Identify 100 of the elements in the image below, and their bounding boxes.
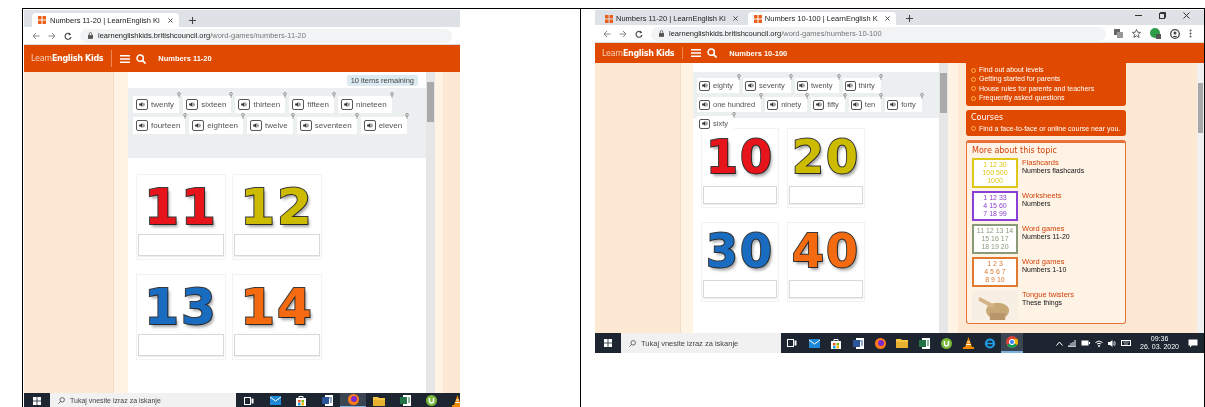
site-logo[interactable]: LearnEnglish Kids (602, 48, 675, 58)
new-tab-icon[interactable] (905, 15, 913, 22)
restore-icon[interactable] (1159, 12, 1166, 19)
windows-icon[interactable] (33, 396, 41, 405)
speaker-button[interactable] (136, 99, 148, 110)
speaker-button[interactable] (192, 120, 205, 131)
extension-icon[interactable] (1150, 28, 1161, 39)
speaker-button[interactable] (292, 99, 305, 110)
translate-icon[interactable] (1114, 29, 1123, 38)
cone-icon (451, 394, 460, 407)
speaker-button[interactable] (299, 120, 312, 131)
speaker-icon (799, 83, 806, 88)
menu-icon[interactable] (691, 48, 702, 58)
lock-icon (659, 30, 664, 37)
site-icon (38, 16, 46, 24)
speaker-button[interactable] (250, 120, 263, 131)
search-icon[interactable] (707, 48, 718, 58)
speaker-button[interactable] (699, 118, 710, 129)
speaker-button[interactable] (850, 99, 862, 110)
speaker-icon (701, 121, 708, 126)
ring-icon (984, 337, 996, 349)
close-icon[interactable] (884, 16, 890, 21)
close-icon[interactable] (732, 16, 738, 21)
search-icon (58, 397, 65, 404)
speaker-button[interactable] (340, 99, 353, 110)
speaker-button[interactable] (887, 99, 899, 110)
notification-icon[interactable] (1188, 338, 1198, 348)
spreadsheet-icon (918, 337, 930, 349)
panel-title: More about this topic (972, 145, 1058, 155)
speaker-button[interactable] (844, 80, 856, 91)
back-icon[interactable] (32, 31, 40, 40)
speaker-button[interactable] (363, 120, 376, 131)
pin-icon (878, 74, 883, 80)
speaker-button[interactable] (238, 99, 251, 110)
bag-icon (296, 395, 306, 406)
number-image: 14 (240, 282, 314, 332)
bullet-icon (971, 77, 976, 83)
wifi-icon[interactable] (1095, 339, 1104, 347)
speaker-button[interactable] (767, 99, 779, 110)
account-icon[interactable] (1170, 28, 1180, 39)
speaker-button[interactable] (699, 80, 710, 91)
speaker-icon (747, 83, 754, 88)
speaker-button[interactable] (796, 80, 808, 91)
star-icon[interactable] (1132, 29, 1141, 38)
scrollbar[interactable] (426, 72, 435, 393)
pin-icon (805, 93, 810, 99)
task-view-icon (244, 396, 254, 405)
search-icon[interactable] (136, 53, 147, 64)
new-tab-icon[interactable] (188, 17, 196, 24)
speaker-button[interactable] (813, 99, 825, 110)
pin-icon (759, 93, 764, 99)
forward-icon[interactable] (48, 31, 56, 40)
reload-icon[interactable] (64, 31, 72, 40)
scrollbar[interactable] (1197, 63, 1204, 333)
speaker-button[interactable] (186, 99, 199, 110)
pin-icon (405, 113, 410, 119)
envelope-icon (808, 338, 820, 348)
more-icon[interactable] (1189, 29, 1192, 38)
speaker-icon (139, 123, 145, 128)
keyboard-icon[interactable] (1121, 340, 1132, 346)
pin-icon (283, 92, 288, 98)
forward-icon[interactable] (619, 29, 627, 38)
pin-icon (919, 93, 924, 99)
close-icon[interactable] (167, 17, 173, 23)
speaker-icon[interactable] (1108, 339, 1117, 347)
browser-icon (347, 394, 359, 405)
menu-icon[interactable] (120, 53, 131, 64)
wheel-icon (1006, 336, 1018, 348)
speaker-button[interactable] (745, 80, 756, 91)
speaker-button[interactable] (699, 99, 710, 110)
bag-icon (831, 337, 841, 349)
minimize-icon[interactable] (1135, 12, 1142, 19)
back-icon[interactable] (603, 29, 611, 38)
torrent-icon (425, 395, 437, 406)
speaker-icon (815, 102, 822, 107)
speaker-icon (295, 102, 302, 107)
site-icon (605, 14, 613, 23)
pin-icon (836, 74, 841, 80)
folder-icon (896, 338, 908, 348)
pin-icon (737, 74, 741, 80)
site-logo[interactable]: LearnEnglish Kids (31, 54, 104, 63)
speaker-icon (343, 102, 350, 107)
close-icon[interactable] (1183, 12, 1190, 19)
speaker-icon (366, 123, 373, 128)
battery-icon[interactable] (1081, 340, 1091, 346)
number-image: 40 (792, 228, 860, 274)
pin-icon (354, 113, 359, 119)
scrollbar[interactable] (939, 63, 948, 333)
speaker-icon (195, 123, 202, 128)
network-icon[interactable] (1068, 339, 1077, 347)
pin-icon (177, 92, 182, 98)
taskbar-button[interactable] (1001, 333, 1023, 353)
speaker-icon (241, 102, 248, 107)
bullet-icon (971, 95, 976, 101)
pin-icon (241, 113, 246, 119)
speaker-button[interactable] (136, 120, 148, 131)
chevron-icon[interactable] (1056, 340, 1064, 346)
pin-icon (879, 93, 884, 99)
pin-icon (331, 92, 336, 98)
reload-icon[interactable] (635, 29, 643, 38)
